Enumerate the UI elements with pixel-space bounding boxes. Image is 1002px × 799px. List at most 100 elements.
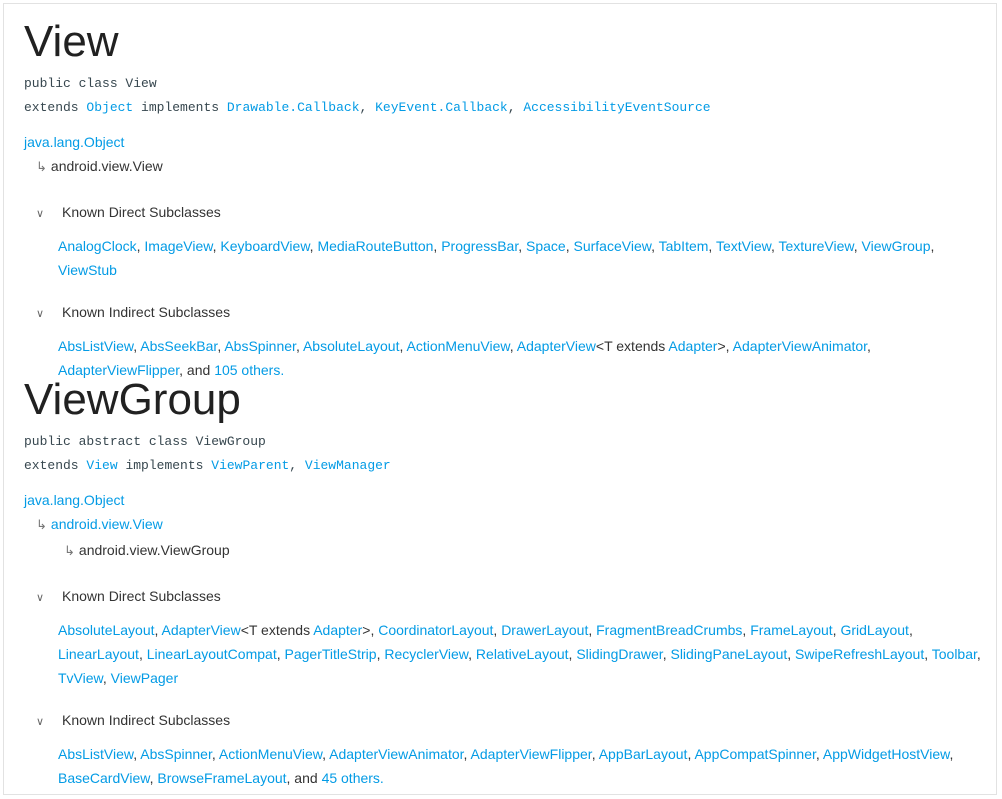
subclass-link[interactable]: SlidingDrawer [576, 646, 662, 662]
class-section-viewgroup: ViewGroup public abstract class ViewGrou… [24, 372, 994, 790]
subclass-link[interactable]: AdapterView [517, 338, 596, 354]
subclass-link[interactable]: RecyclerView [384, 646, 468, 662]
direct-subclasses-toggle[interactable]: ∨ Known Direct Subclasses [24, 584, 994, 610]
subclass-link[interactable]: AbsoluteLayout [58, 622, 155, 638]
list-separator: , [976, 646, 981, 662]
subclass-link[interactable]: SlidingPaneLayout [670, 646, 787, 662]
subclass-link[interactable]: BaseCardView [58, 770, 150, 786]
interface-link[interactable]: AccessibilityEventSource [523, 100, 710, 115]
subclass-link[interactable]: AdapterView [162, 622, 241, 638]
list-separator: <T extends [240, 622, 314, 638]
subclass-link[interactable]: TextView [716, 238, 771, 254]
hierarchy-current: android.view.View [50, 158, 163, 174]
subclass-link[interactable]: AppBarLayout [599, 746, 688, 762]
class-declaration: public class View [24, 72, 994, 96]
superclass-link[interactable]: View [86, 458, 117, 473]
interface-link[interactable]: KeyEvent.Callback [375, 100, 508, 115]
subclass-link[interactable]: FrameLayout [750, 622, 832, 638]
list-separator: , [908, 622, 913, 638]
list-separator: , [138, 646, 147, 662]
interface-link[interactable]: Drawable.Callback [227, 100, 360, 115]
hierarchy-link[interactable]: android.view.View [51, 516, 163, 532]
interface-link[interactable]: ViewParent [211, 458, 289, 473]
implements-keyword: implements [125, 458, 204, 473]
subclass-link[interactable]: PagerTitleStrip [285, 646, 377, 662]
subclass-link[interactable]: Toolbar [932, 646, 977, 662]
subclass-link[interactable]: MediaRouteButton [317, 238, 433, 254]
subclass-link[interactable]: TextureView [778, 238, 853, 254]
subclass-link[interactable]: AppWidgetHostView [823, 746, 950, 762]
list-separator: , [509, 338, 517, 354]
subclass-link[interactable]: ActionMenuView [407, 338, 510, 354]
subclass-link[interactable]: SwipeRefreshLayout [795, 646, 924, 662]
extends-keyword: extends [24, 100, 79, 115]
interface-link[interactable]: ViewManager [305, 458, 391, 473]
subclass-link[interactable]: AbsListView [58, 338, 133, 354]
subclass-link[interactable]: KeyboardView [220, 238, 309, 254]
subclass-link[interactable]: AbsSpinner [224, 338, 296, 354]
extends-keyword: extends [24, 458, 79, 473]
list-separator: , [295, 338, 303, 354]
indirect-subclasses-toggle[interactable]: ∨ Known Indirect Subclasses [24, 708, 994, 734]
inheritance-tree: java.lang.Object ↳ android.view.View ↳ and… [24, 488, 994, 564]
list-separator: , [102, 670, 111, 686]
list-separator: , [468, 646, 476, 662]
subclass-link[interactable]: AnalogClock [58, 238, 137, 254]
class-title: View [24, 17, 119, 66]
subclass-link[interactable]: AbsSeekBar [140, 338, 217, 354]
superclass-link[interactable]: Object [86, 100, 133, 115]
hierarchy-link[interactable]: java.lang.Object [24, 134, 124, 150]
subclass-link[interactable]: AbsSpinner [140, 746, 212, 762]
subclass-link[interactable]: ViewGroup [862, 238, 931, 254]
subclass-link[interactable]: TabItem [659, 238, 709, 254]
subclass-link[interactable]: Space [526, 238, 566, 254]
subclass-link[interactable]: CoordinatorLayout [378, 622, 493, 638]
list-separator: , [815, 746, 823, 762]
direct-subclasses-label: Known Direct Subclasses [62, 204, 221, 220]
list-separator: , [154, 622, 162, 638]
subclass-link[interactable]: LinearLayout [58, 646, 139, 662]
subclass-link[interactable]: AdapterViewAnimator [733, 338, 867, 354]
direct-subclasses-list: AbsoluteLayout, AdapterView<T extends Ad… [24, 618, 988, 690]
inheritance-tree: java.lang.Object ↳ android.view.View [24, 130, 994, 180]
subclass-link[interactable]: FragmentBreadCrumbs [596, 622, 742, 638]
direct-subclasses-list: AnalogClock, ImageView, KeyboardView, Me… [24, 234, 988, 282]
subclass-link[interactable]: LinearLayoutCompat [147, 646, 277, 662]
subclass-link[interactable]: AppCompatSpinner [694, 746, 815, 762]
more-subclasses-link[interactable]: 45 others. [322, 770, 384, 786]
subclass-link[interactable]: GridLayout [840, 622, 908, 638]
list-separator: , [463, 746, 471, 762]
list-separator: , and [286, 770, 322, 786]
indirect-subclasses-label: Known Indirect Subclasses [62, 304, 231, 320]
subdirectory-arrow-icon: ↳ [36, 518, 47, 533]
subclass-link[interactable]: DrawerLayout [501, 622, 588, 638]
subclass-link[interactable]: ImageView [144, 238, 212, 254]
subclass-link[interactable]: RelativeLayout [476, 646, 569, 662]
subclass-link[interactable]: AbsoluteLayout [303, 338, 400, 354]
chevron-down-icon: ∨ [36, 207, 45, 220]
subdirectory-arrow-icon: ↳ [36, 160, 47, 175]
class-section-view: View public class View extends Object im… [24, 14, 994, 382]
subclass-link[interactable]: AdapterViewFlipper [471, 746, 592, 762]
subclass-link[interactable]: Adapter [668, 338, 717, 354]
subclass-link[interactable]: ViewPager [111, 670, 178, 686]
list-separator: , [924, 646, 932, 662]
subclass-link[interactable]: AdapterViewAnimator [329, 746, 463, 762]
subclass-link[interactable]: TvView [58, 670, 103, 686]
class-title: ViewGroup [24, 375, 241, 424]
list-separator: , [211, 746, 219, 762]
declaration-text: public class View [24, 76, 157, 91]
list-separator: , [565, 238, 574, 254]
subclass-link[interactable]: ViewStub [58, 262, 117, 278]
subclass-link[interactable]: AbsListView [58, 746, 133, 762]
subclass-link[interactable]: SurfaceView [574, 238, 652, 254]
list-separator: , [708, 238, 716, 254]
subclass-link[interactable]: BrowseFrameLayout [157, 770, 286, 786]
direct-subclasses-toggle[interactable]: ∨ Known Direct Subclasses [24, 200, 994, 226]
subclass-link[interactable]: ProgressBar [441, 238, 518, 254]
subclass-link[interactable]: Adapter [313, 622, 362, 638]
indirect-subclasses-toggle[interactable]: ∨ Known Indirect Subclasses [24, 300, 994, 326]
extends-line: extends View implements ViewParent, View… [24, 458, 391, 473]
subclass-link[interactable]: ActionMenuView [219, 746, 322, 762]
hierarchy-link[interactable]: java.lang.Object [24, 492, 124, 508]
